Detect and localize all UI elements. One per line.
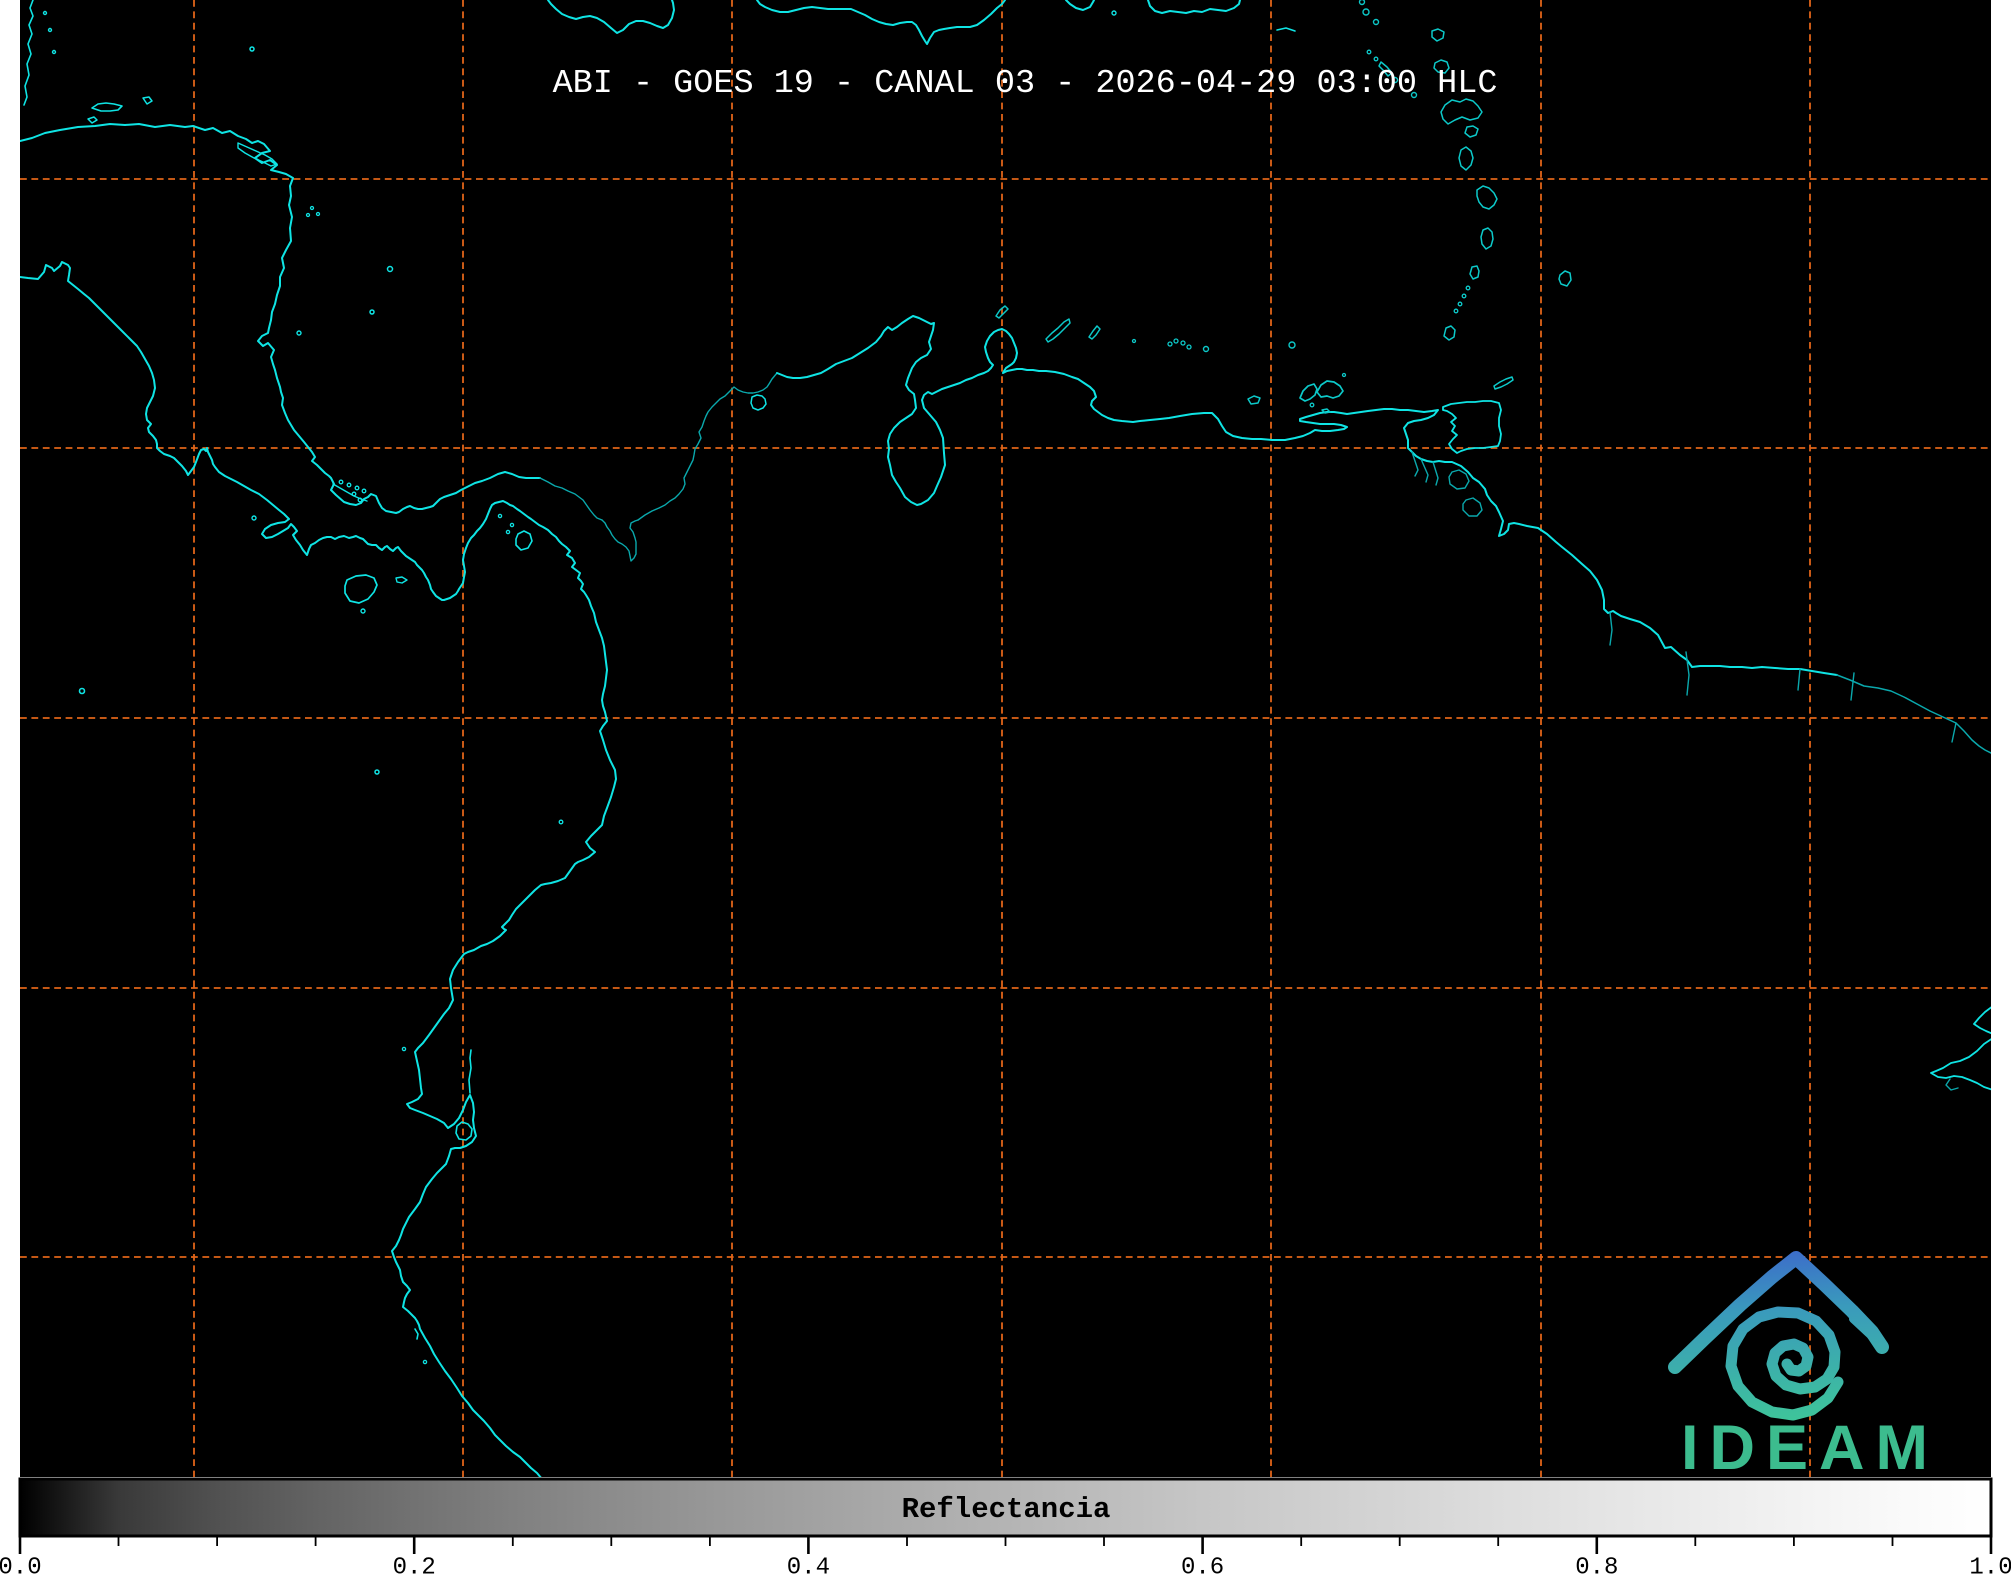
svg-text:Reflectancia: Reflectancia xyxy=(902,1493,1111,1526)
svg-text:ABI - GOES 19 - CANAL 03 - 202: ABI - GOES 19 - CANAL 03 - 2026-04-29 03… xyxy=(553,65,1498,103)
svg-text:IDEAM: IDEAM xyxy=(1681,1413,1939,1483)
